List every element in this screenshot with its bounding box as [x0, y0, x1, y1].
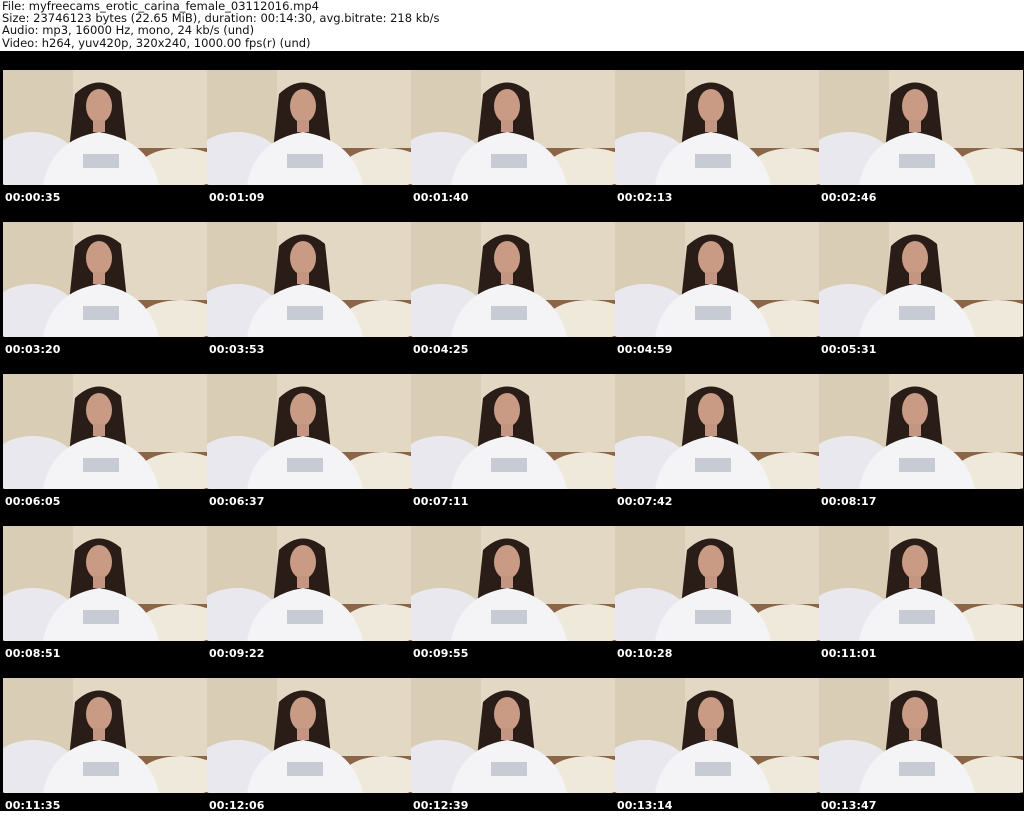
thumbnail-timestamp: 00:12:06 [209, 799, 265, 812]
thumbnail-cell: 00:06:37 [207, 374, 411, 526]
thumbnail-image [207, 374, 411, 489]
thumbnail-image [3, 70, 207, 185]
thumbnail-image [819, 678, 1023, 793]
thumbnail-cell: 00:13:47 [819, 678, 1023, 830]
thumbnail-cell: 00:13:14 [615, 678, 819, 830]
thumbnail-image [207, 678, 411, 793]
thumbnail-timestamp: 00:09:22 [209, 647, 265, 660]
thumbnail-image [411, 70, 615, 185]
thumbnail-cell: 00:11:01 [819, 526, 1023, 678]
thumbnail-image [207, 222, 411, 337]
thumbnail-cell: 00:07:42 [615, 374, 819, 526]
thumbnail-cell: 00:04:59 [615, 222, 819, 374]
thumbnail-image [615, 526, 819, 641]
thumbnail-cell: 00:09:55 [411, 526, 615, 678]
thumbnail-grid: 00:00:35 00:01:09 00:01:40 00:02:13 00:02:46… [0, 51, 1024, 812]
thumbnail-image [819, 374, 1023, 489]
thumbnail-image [411, 374, 615, 489]
thumbnail-cell: 00:12:39 [411, 678, 615, 830]
thumbnail-timestamp: 00:03:20 [5, 343, 61, 356]
thumbnail-image [819, 526, 1023, 641]
thumbnail-cell: 00:09:22 [207, 526, 411, 678]
thumbnail-timestamp: 00:07:11 [413, 495, 469, 508]
thumbnail-timestamp: 00:01:40 [413, 191, 469, 204]
thumbnail-timestamp: 00:13:14 [617, 799, 673, 812]
thumbnail-image [615, 222, 819, 337]
thumbnail-cell: 00:02:46 [819, 70, 1023, 222]
file-info-header: File: myfreecams_erotic_carina_female_03… [2, 0, 1022, 50]
thumbnail-timestamp: 00:02:46 [821, 191, 877, 204]
thumbnail-image [3, 678, 207, 793]
thumbnail-cell: 00:01:40 [411, 70, 615, 222]
thumbnail-image [207, 526, 411, 641]
thumbnail-cell: 00:10:28 [615, 526, 819, 678]
thumbnail-timestamp: 00:06:05 [5, 495, 61, 508]
thumbnail-timestamp: 00:08:17 [821, 495, 877, 508]
thumbnail-timestamp: 00:05:31 [821, 343, 877, 356]
thumbnail-image [615, 678, 819, 793]
thumbnail-image [615, 374, 819, 489]
thumbnail-image [819, 222, 1023, 337]
thumbnail-timestamp: 00:09:55 [413, 647, 469, 660]
thumbnail-timestamp: 00:10:28 [617, 647, 673, 660]
thumbnail-cell: 00:05:31 [819, 222, 1023, 374]
thumbnail-cell: 00:07:11 [411, 374, 615, 526]
thumbnail-timestamp: 00:04:59 [617, 343, 673, 356]
thumbnail-cell: 00:12:06 [207, 678, 411, 830]
thumbnail-timestamp: 00:12:39 [413, 799, 469, 812]
thumbnail-cell: 00:06:05 [3, 374, 207, 526]
thumbnail-timestamp: 00:06:37 [209, 495, 265, 508]
thumbnail-image [411, 526, 615, 641]
thumbnail-image [3, 222, 207, 337]
thumbnail-image [3, 526, 207, 641]
thumbnail-cell: 00:00:35 [3, 70, 207, 222]
thumbnail-cell: 00:03:20 [3, 222, 207, 374]
thumbnail-timestamp: 00:04:25 [413, 343, 469, 356]
thumbnail-timestamp: 00:02:13 [617, 191, 673, 204]
thumbnail-cell: 00:08:17 [819, 374, 1023, 526]
thumbnail-image [615, 70, 819, 185]
thumbnail-timestamp: 00:11:35 [5, 799, 61, 812]
thumbnail-cell: 00:04:25 [411, 222, 615, 374]
thumbnail-cell: 00:03:53 [207, 222, 411, 374]
thumbnail-timestamp: 00:11:01 [821, 647, 877, 660]
thumbnail-image [3, 374, 207, 489]
thumbnail-cell: 00:02:13 [615, 70, 819, 222]
thumbnail-timestamp: 00:13:47 [821, 799, 877, 812]
thumbnail-image [207, 70, 411, 185]
thumbnail-cell: 00:01:09 [207, 70, 411, 222]
thumbnail-image [411, 222, 615, 337]
thumbnail-timestamp: 00:03:53 [209, 343, 265, 356]
thumbnail-timestamp: 00:07:42 [617, 495, 673, 508]
thumbnail-cell: 00:11:35 [3, 678, 207, 830]
video-info-line: Video: h264, yuv420p, 320x240, 1000.00 f… [2, 35, 311, 50]
thumbnail-timestamp: 00:00:35 [5, 191, 61, 204]
thumbnail-cell: 00:08:51 [3, 526, 207, 678]
thumbnail-image [411, 678, 615, 793]
thumbnail-image [819, 70, 1023, 185]
thumbnail-timestamp: 00:01:09 [209, 191, 265, 204]
audio-info-line: Audio: mp3, 16000 Hz, mono, 24 kb/s (und… [2, 23, 255, 38]
thumbnail-timestamp: 00:08:51 [5, 647, 61, 660]
